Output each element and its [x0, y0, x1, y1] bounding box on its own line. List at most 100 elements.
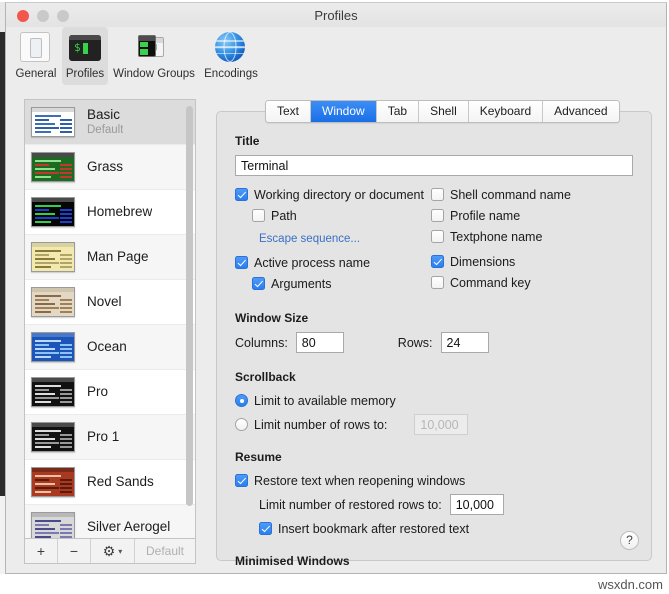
- remove-profile-label: −: [70, 543, 78, 559]
- preferences-window: Profiles General $ Profiles: [5, 2, 667, 574]
- profiles-terminal-icon: $: [69, 32, 101, 64]
- profile-thumbnail: [31, 287, 75, 317]
- preferences-content: Basic Default Grass Homebrew Man Page Novel Oc…: [6, 85, 666, 574]
- checkbox-label-insert-bookmark: Insert bookmark after restored text: [278, 522, 469, 536]
- checkbox-box-insert-bookmark[interactable]: [259, 522, 272, 535]
- profile-row[interactable]: Basic Default: [25, 100, 196, 145]
- checkbox-textphone-name[interactable]: Textphone name: [431, 227, 633, 246]
- radio-limit-number-of-rows[interactable]: Limit number of rows to:: [235, 415, 633, 434]
- radio-box-limit-number-of-rows[interactable]: [235, 418, 248, 431]
- profile-thumbnail: [31, 197, 75, 227]
- profile-thumbnail: [31, 377, 75, 407]
- scrollback-rows-input[interactable]: [414, 414, 468, 435]
- toolbar-label-profiles: Profiles: [62, 68, 108, 80]
- profile-list-toolbar: + − ⚙ ▾ Default: [24, 539, 196, 564]
- scrollbar-thumb[interactable]: [186, 106, 193, 506]
- profile-row[interactable]: Novel: [25, 280, 196, 325]
- section-heading-scrollback: Scrollback: [235, 370, 633, 384]
- checkbox-box-arguments[interactable]: [252, 277, 265, 290]
- restored-rows-label: Limit number of restored rows to:: [259, 498, 442, 512]
- add-profile-button[interactable]: +: [25, 539, 58, 563]
- checkbox-label-active-process-name: Active process name: [254, 256, 370, 270]
- profile-row[interactable]: Homebrew: [25, 190, 196, 235]
- screenshot-root: Profiles General $ Profiles: [0, 0, 669, 594]
- profile-name-wrap: Homebrew: [87, 205, 152, 219]
- profile-list[interactable]: Basic Default Grass Homebrew Man Page Novel Oc…: [25, 100, 196, 539]
- checkbox-working-directory[interactable]: Working directory or document: [235, 185, 431, 204]
- profile-name: Pro 1: [87, 430, 119, 444]
- profile-name-wrap: Grass: [87, 160, 123, 174]
- checkbox-restore-text[interactable]: Restore text when reopening windows: [235, 471, 633, 490]
- radio-label-limit-available-memory: Limit to available memory: [254, 394, 396, 408]
- profile-thumbnail: [31, 422, 75, 452]
- profile-row[interactable]: Pro: [25, 370, 196, 415]
- profiles-sidebar[interactable]: Basic Default Grass Homebrew Man Page Novel Oc…: [24, 99, 196, 539]
- profile-list-scrollbar[interactable]: [185, 102, 194, 538]
- title-input[interactable]: [235, 155, 633, 176]
- section-heading-resume: Resume: [235, 450, 633, 464]
- title-options-left-column: Working directory or document Path Escap…: [235, 185, 431, 293]
- profile-name-wrap: Man Page: [87, 250, 149, 264]
- profile-name: Man Page: [87, 250, 149, 264]
- rows-input[interactable]: [441, 332, 489, 353]
- profile-name-wrap: Red Sands: [87, 475, 154, 489]
- checkbox-insert-bookmark[interactable]: Insert bookmark after restored text: [235, 519, 633, 538]
- toolbar-label-window-groups: Window Groups: [110, 68, 198, 80]
- radio-limit-available-memory[interactable]: Limit to available memory: [235, 391, 633, 410]
- profile-row[interactable]: Silver Aerogel: [25, 505, 196, 539]
- restored-rows-input[interactable]: [450, 494, 504, 515]
- checkbox-label-profile-name: Profile name: [450, 209, 520, 223]
- checkbox-box-active-process-name[interactable]: [235, 256, 248, 269]
- checkbox-box-command-key[interactable]: [431, 276, 444, 289]
- window-groups-icon: $|: [138, 32, 170, 64]
- checkbox-profile-name[interactable]: Profile name: [431, 206, 633, 225]
- profile-name: Basic: [87, 108, 123, 122]
- help-button[interactable]: ?: [620, 531, 639, 550]
- checkbox-path[interactable]: Path: [235, 206, 431, 225]
- checkbox-label-restore-text: Restore text when reopening windows: [254, 474, 465, 488]
- profile-thumbnail: [31, 332, 75, 362]
- profile-default-badge: Default: [87, 124, 123, 136]
- checkbox-box-path[interactable]: [252, 209, 265, 222]
- remove-profile-button[interactable]: −: [58, 539, 91, 563]
- checkbox-box-dimensions[interactable]: [431, 255, 444, 268]
- radio-box-limit-available-memory[interactable]: [235, 394, 248, 407]
- profile-thumbnail: [31, 107, 75, 137]
- checkbox-command-key[interactable]: Command key: [431, 273, 633, 292]
- checkbox-arguments[interactable]: Arguments: [235, 274, 431, 293]
- profile-name-wrap: Basic Default: [87, 108, 123, 136]
- set-default-button[interactable]: Default: [135, 539, 195, 563]
- checkbox-label-dimensions: Dimensions: [450, 255, 515, 269]
- toolbar-item-window-groups[interactable]: $| Window Groups: [110, 27, 198, 85]
- toolbar-item-profiles[interactable]: $ Profiles: [62, 27, 108, 85]
- title-options-right-column: Shell command name Profile name Textphon…: [431, 185, 633, 293]
- section-heading-title: Title: [235, 134, 633, 148]
- toolbar-item-encodings[interactable]: Encodings: [200, 27, 262, 85]
- profile-actions-menu-button[interactable]: ⚙ ▾: [91, 539, 135, 563]
- checkbox-label-arguments: Arguments: [271, 277, 331, 291]
- window-size-row: Columns: Rows:: [235, 332, 633, 353]
- checkbox-dimensions[interactable]: Dimensions: [431, 252, 633, 271]
- checkbox-label-working-directory: Working directory or document: [254, 188, 424, 202]
- columns-label: Columns:: [235, 336, 288, 350]
- toolbar-item-general[interactable]: General: [12, 27, 60, 85]
- profile-row[interactable]: Pro 1: [25, 415, 196, 460]
- window-tab-content: Title Working directory or document Path: [217, 112, 651, 560]
- profile-row[interactable]: Ocean: [25, 325, 196, 370]
- checkbox-box-working-directory[interactable]: [235, 188, 248, 201]
- profile-row[interactable]: Grass: [25, 145, 196, 190]
- checkbox-shell-command-name[interactable]: Shell command name: [431, 185, 633, 204]
- profile-name-wrap: Ocean: [87, 340, 127, 354]
- checkbox-label-command-key: Command key: [450, 276, 531, 290]
- columns-input[interactable]: [296, 332, 344, 353]
- profile-row[interactable]: Red Sands: [25, 460, 196, 505]
- checkbox-active-process-name[interactable]: Active process name: [235, 253, 431, 272]
- escape-sequence-link[interactable]: Escape sequence...: [259, 233, 360, 245]
- checkbox-label-textphone-name: Textphone name: [450, 230, 542, 244]
- checkbox-box-profile-name[interactable]: [431, 209, 444, 222]
- profile-row[interactable]: Man Page: [25, 235, 196, 280]
- checkbox-box-shell-command-name[interactable]: [431, 188, 444, 201]
- checkbox-box-textphone-name[interactable]: [431, 230, 444, 243]
- restored-rows-row: Limit number of restored rows to:: [235, 495, 633, 514]
- checkbox-box-restore-text[interactable]: [235, 474, 248, 487]
